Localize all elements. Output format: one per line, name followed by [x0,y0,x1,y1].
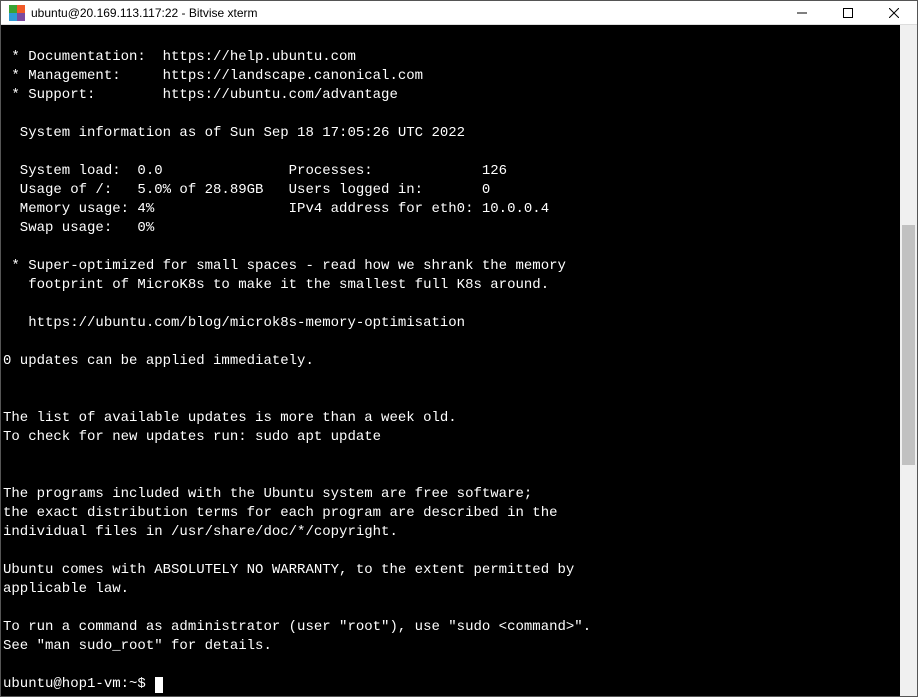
minimize-button[interactable] [779,1,825,24]
terminal-line [3,238,898,257]
terminal-line [3,599,898,618]
terminal-line: https://ubuntu.com/blog/microk8s-memory-… [3,314,898,333]
terminal-line: The programs included with the Ubuntu sy… [3,485,898,504]
terminal-line: individual files in /usr/share/doc/*/cop… [3,523,898,542]
terminal[interactable]: * Documentation: https://help.ubuntu.com… [1,25,900,696]
terminal-line: * Documentation: https://help.ubuntu.com [3,48,898,67]
terminal-line: 0 updates can be applied immediately. [3,352,898,371]
terminal-line [3,295,898,314]
scrollbar-track[interactable] [900,25,917,696]
terminal-line: Memory usage: 4% IPv4 address for eth0: … [3,200,898,219]
terminal-line [3,447,898,466]
terminal-line: The list of available updates is more th… [3,409,898,428]
terminal-line [3,656,898,675]
titlebar[interactable]: ubuntu@20.169.113.117:22 - Bitvise xterm [1,1,917,25]
close-button[interactable] [871,1,917,24]
terminal-line: Swap usage: 0% [3,219,898,238]
terminal-line [3,390,898,409]
terminal-line: System information as of Sun Sep 18 17:0… [3,124,898,143]
terminal-line [3,143,898,162]
terminal-line [3,466,898,485]
terminal-line: Ubuntu comes with ABSOLUTELY NO WARRANTY… [3,561,898,580]
app-icon [9,5,25,21]
terminal-line: * Management: https://landscape.canonica… [3,67,898,86]
terminal-wrap: * Documentation: https://help.ubuntu.com… [1,25,917,696]
prompt-text: ubuntu@hop1-vm:~$ [3,675,154,694]
terminal-line: System load: 0.0 Processes: 126 [3,162,898,181]
terminal-line: To run a command as administrator (user … [3,618,898,637]
application-window: ubuntu@20.169.113.117:22 - Bitvise xterm… [0,0,918,697]
cursor [155,677,163,693]
terminal-line: * Support: https://ubuntu.com/advantage [3,86,898,105]
prompt-line[interactable]: ubuntu@hop1-vm:~$ [3,675,898,694]
terminal-line [3,371,898,390]
terminal-line: footprint of MicroK8s to make it the sma… [3,276,898,295]
terminal-line: See "man sudo_root" for details. [3,637,898,656]
maximize-button[interactable] [825,1,871,24]
terminal-line [3,29,898,48]
terminal-line [3,542,898,561]
terminal-line: Usage of /: 5.0% of 28.89GB Users logged… [3,181,898,200]
terminal-line: * Super-optimized for small spaces - rea… [3,257,898,276]
window-controls [779,1,917,24]
terminal-line: applicable law. [3,580,898,599]
terminal-line: To check for new updates run: sudo apt u… [3,428,898,447]
window-title: ubuntu@20.169.113.117:22 - Bitvise xterm [31,6,258,20]
terminal-line [3,105,898,124]
scrollbar-thumb[interactable] [902,225,915,465]
terminal-line [3,333,898,352]
terminal-line: the exact distribution terms for each pr… [3,504,898,523]
